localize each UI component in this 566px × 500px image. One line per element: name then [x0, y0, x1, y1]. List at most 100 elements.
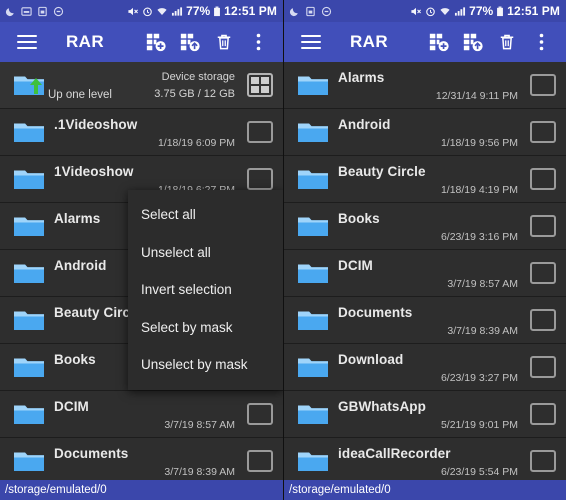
row-checkbox[interactable]: [530, 450, 556, 472]
row-info: Alarms 12/31/14 9:11 PM: [330, 62, 522, 108]
folder-icon: [296, 259, 330, 287]
table-row[interactable]: Alarms 12/31/14 9:11 PM: [284, 62, 566, 109]
alarm-icon: [425, 6, 436, 17]
table-row[interactable]: Documents 3/7/19 8:39 AM: [284, 297, 566, 344]
clock: 12:51 PM: [507, 4, 560, 18]
table-row[interactable]: DCIM 3/7/19 8:57 AM: [0, 391, 283, 438]
table-row[interactable]: DCIM 3/7/19 8:57 AM: [284, 250, 566, 297]
delete-icon[interactable]: [490, 25, 524, 59]
table-row[interactable]: Books 6/23/19 3:16 PM: [284, 203, 566, 250]
folder-icon: [296, 400, 330, 428]
row-checkbox[interactable]: [530, 356, 556, 378]
add-to-archive-icon[interactable]: [139, 25, 173, 59]
row-checkbox[interactable]: [247, 450, 273, 472]
file-name: Android: [54, 258, 107, 273]
battery-icon: [496, 6, 504, 17]
folder-icon: [12, 400, 46, 428]
up-one-level-info: Up one level Device storage 3.75 GB / 12…: [46, 62, 239, 108]
folder-icon: [296, 447, 330, 475]
row-checkbox[interactable]: [530, 121, 556, 143]
extract-archive-icon[interactable]: [173, 25, 207, 59]
menu-item-select-by-mask[interactable]: Select by mask: [128, 309, 283, 347]
folder-icon: [12, 118, 46, 146]
row-checkbox[interactable]: [530, 403, 556, 425]
row-info: Android 1/18/19 9:56 PM: [330, 109, 522, 155]
overflow-menu-icon[interactable]: [524, 25, 558, 59]
add-to-archive-icon[interactable]: [422, 25, 456, 59]
row-checkbox[interactable]: [530, 309, 556, 331]
row-checkbox[interactable]: [247, 403, 273, 425]
file-date: 12/31/14 9:11 PM: [435, 90, 518, 102]
extract-archive-icon[interactable]: [456, 25, 490, 59]
file-name: Alarms: [338, 70, 385, 85]
menu-item-unselect-all[interactable]: Unselect all: [128, 234, 283, 272]
path-bar: /storage/emulated/0: [0, 480, 283, 500]
folder-icon: [296, 353, 330, 381]
file-date: 3/7/19 8:39 AM: [164, 466, 235, 478]
row-checkbox[interactable]: [530, 168, 556, 190]
folder-icon: [296, 306, 330, 334]
app-title: RAR: [66, 32, 105, 51]
table-row[interactable]: Documents 3/7/19 8:39 AM: [0, 438, 283, 480]
battery-percentage: 77%: [186, 4, 211, 18]
row-info: Download 6/23/19 3:27 PM: [330, 344, 522, 390]
file-name: Android: [338, 117, 391, 132]
file-date: 3/7/19 8:39 AM: [447, 325, 518, 337]
row-info: Documents 3/7/19 8:39 AM: [330, 297, 522, 343]
menu-item-invert-selection[interactable]: Invert selection: [128, 271, 283, 309]
folder-icon: [296, 71, 330, 99]
sim-card-icon: [305, 6, 316, 17]
folder-icon: [12, 447, 46, 475]
row-checkbox[interactable]: [247, 168, 273, 190]
wifi-icon: [439, 6, 451, 17]
row-info: Books 6/23/19 3:16 PM: [330, 203, 522, 249]
hamburger-menu-icon[interactable]: [294, 25, 328, 59]
file-date: 1/18/19 9:56 PM: [440, 137, 518, 149]
hamburger-menu-icon[interactable]: [10, 25, 44, 59]
right-phone-screen: 77% 12:51 PM RAR Alarms 12/31/14 9:11 PM…: [283, 0, 566, 500]
folder-icon: [296, 212, 330, 240]
table-row[interactable]: Download 6/23/19 3:27 PM: [284, 344, 566, 391]
status-bar: 77% 12:51 PM: [0, 0, 283, 22]
signal-icon: [171, 6, 183, 17]
clock: 12:51 PM: [224, 4, 277, 18]
screenshot-icon: [21, 6, 32, 17]
file-list-left[interactable]: Up one level Device storage 3.75 GB / 12…: [0, 62, 283, 480]
table-row[interactable]: Android 1/18/19 9:56 PM: [284, 109, 566, 156]
status-bar-right-icons: 77% 12:51 PM: [127, 4, 277, 18]
file-date: 6/23/19 5:54 PM: [440, 466, 518, 478]
row-checkbox[interactable]: [530, 262, 556, 284]
app-bar: RAR: [284, 22, 566, 62]
row-info: ideaCallRecorder 6/23/19 5:54 PM: [330, 438, 522, 480]
device-storage-info: Device storage 3.75 GB / 12 GB: [154, 68, 235, 102]
mute-icon: [410, 6, 422, 17]
table-row[interactable]: ideaCallRecorder 6/23/19 5:54 PM: [284, 438, 566, 480]
device-storage-value: 3.75 GB / 12 GB: [154, 88, 235, 100]
table-row[interactable]: Beauty Circle 1/18/19 4:19 PM: [284, 156, 566, 203]
status-bar-left-icons: [5, 6, 127, 17]
moon-icon: [5, 6, 16, 17]
row-checkbox[interactable]: [530, 74, 556, 96]
row-checkbox[interactable]: [247, 121, 273, 143]
file-name: DCIM: [338, 258, 373, 273]
folder-icon: [12, 212, 46, 240]
delete-icon[interactable]: [207, 25, 241, 59]
overflow-menu-icon[interactable]: [241, 25, 275, 59]
row-info: Beauty Circle 1/18/19 4:19 PM: [330, 156, 522, 202]
popup-items-container: Select all Unselect all Invert selection Se…: [128, 196, 283, 384]
file-list-right[interactable]: Alarms 12/31/14 9:11 PM Android 1/18/19 9:5…: [284, 62, 566, 480]
path-bar: /storage/emulated/0: [284, 480, 566, 500]
menu-item-select-all[interactable]: Select all: [128, 196, 283, 234]
grid-view-icon[interactable]: [247, 73, 273, 97]
up-one-level-row[interactable]: Up one level Device storage 3.75 GB / 12…: [0, 62, 283, 109]
up-one-level-folder-icon: [12, 71, 46, 99]
selection-popup-menu[interactable]: Select all Unselect all Invert selection Se…: [128, 190, 283, 390]
folder-icon: [12, 259, 46, 287]
menu-item-unselect-by-mask[interactable]: Unselect by mask: [128, 346, 283, 384]
battery-icon: [213, 6, 221, 17]
table-row[interactable]: .1Videoshow 1/18/19 6:09 PM: [0, 109, 283, 156]
row-info: GBWhatsApp 5/21/19 9:01 PM: [330, 391, 522, 437]
row-checkbox[interactable]: [530, 215, 556, 237]
table-row[interactable]: GBWhatsApp 5/21/19 9:01 PM: [284, 391, 566, 438]
row-info: Documents 3/7/19 8:39 AM: [46, 438, 239, 480]
